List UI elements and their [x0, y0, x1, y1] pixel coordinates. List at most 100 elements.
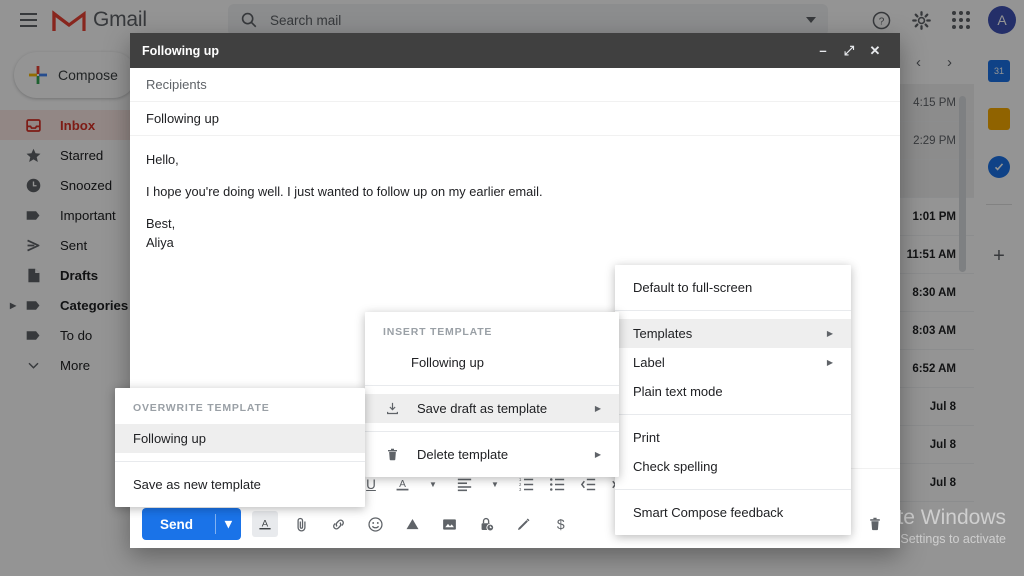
menu-item-overwrite-following-up[interactable]: Following up	[115, 424, 365, 453]
insert-template-section-label: INSERT TEMPLATE	[383, 326, 493, 338]
add-addon-button[interactable]: +	[993, 245, 1005, 268]
confidential-mode-icon[interactable]	[474, 511, 500, 537]
row-time: 2:29 PM	[913, 134, 956, 147]
calendar-day: 31	[993, 66, 1004, 76]
menu-item-label: Check spelling	[633, 459, 718, 474]
search-bar[interactable]	[228, 4, 828, 36]
send-label: Send	[160, 516, 194, 532]
search-input[interactable]	[270, 12, 806, 28]
menu-item-label: Following up	[133, 431, 206, 446]
send-icon	[24, 236, 42, 254]
subject-value: Following up	[146, 111, 219, 126]
sidebar-item-label: Sent	[60, 237, 88, 253]
compose-title-bar[interactable]: Following up – ⤢ ✕	[130, 33, 900, 68]
sidebar-item-label: Starred	[60, 147, 104, 163]
body-line: Hello,	[146, 152, 179, 167]
row-time: 6:52 AM	[912, 362, 956, 375]
row-time: 11:51 AM	[906, 248, 956, 261]
plus-icon	[28, 65, 48, 85]
compose-more-options-menu: Default to full-screen Templates ▶ Label…	[615, 265, 851, 535]
sidebar-item-label: Snoozed	[60, 177, 113, 193]
right-rail: 31 +	[974, 40, 1024, 576]
menu-divider	[615, 489, 851, 490]
list-scrollbar[interactable]	[959, 96, 966, 272]
tasks-icon[interactable]	[988, 156, 1010, 178]
gmail-screen: Gmail ?	[0, 0, 1024, 576]
row-time: 4:15 PM	[913, 96, 956, 109]
menu-item-default-to-full-screen[interactable]: Default to full-screen	[615, 273, 851, 302]
insert-signature-icon[interactable]	[511, 511, 537, 537]
insert-money-icon[interactable]: $	[548, 511, 574, 537]
menu-item-label: Default to full-screen	[633, 280, 753, 295]
chevron-right-icon[interactable]: ▶	[10, 301, 20, 310]
search-icon	[240, 11, 258, 29]
menu-item-label: Templates	[633, 326, 693, 341]
subject-field[interactable]: Following up	[130, 102, 900, 136]
trash-icon	[383, 447, 401, 462]
insert-emoji-icon[interactable]	[363, 511, 389, 537]
overwrite-template-section-label: OVERWRITE TEMPLATE	[133, 402, 270, 414]
trash-icon[interactable]	[862, 511, 888, 537]
submenu-arrow-icon: ▶	[594, 450, 601, 459]
recipients-field[interactable]: Recipients	[130, 68, 900, 102]
menu-item-check-spelling[interactable]: Check spelling	[615, 452, 851, 481]
svg-text:A: A	[399, 479, 406, 490]
google-drive-icon[interactable]	[400, 511, 426, 537]
draft-icon	[24, 266, 42, 284]
menu-item-plain-text-mode[interactable]: Plain text mode	[615, 377, 851, 406]
dropdown-caret-icon[interactable]	[806, 17, 816, 23]
formatting-options-icon[interactable]: A	[251, 511, 278, 537]
close-icon[interactable]: ✕	[862, 38, 888, 64]
menu-divider	[365, 385, 619, 386]
overwrite-template-submenu: OVERWRITE TEMPLATE Following up Save as …	[115, 388, 365, 507]
menu-divider	[115, 461, 365, 462]
menu-item-smart-compose-feedback[interactable]: Smart Compose feedback	[615, 498, 851, 527]
body-line: Best,	[146, 215, 176, 231]
menu-divider	[365, 431, 619, 432]
menu-item-print[interactable]: Print	[615, 423, 851, 452]
calendar-icon[interactable]: 31	[988, 60, 1010, 82]
menu-item-delete-template[interactable]: Delete template ▶	[365, 440, 619, 469]
menu-item-templates[interactable]: Templates ▶	[615, 319, 851, 348]
expand-icon[interactable]: ⤢	[836, 38, 862, 64]
row-time: 8:30 AM	[912, 286, 956, 299]
avatar[interactable]: A	[988, 6, 1016, 34]
keep-icon[interactable]	[988, 108, 1010, 130]
sidebar-item-label: Categories	[60, 297, 129, 313]
body-line: Aliya	[146, 235, 174, 251]
row-time: 8:03 AM	[912, 324, 956, 337]
hamburger-icon[interactable]	[8, 0, 48, 40]
attach-file-icon[interactable]	[289, 511, 315, 537]
minimize-icon[interactable]: –	[810, 38, 836, 64]
menu-item-label: Save as new template	[133, 477, 261, 492]
send-button[interactable]: Send ▾	[142, 508, 241, 540]
clock-icon	[24, 176, 42, 194]
menu-item-template-following-up[interactable]: Following up	[365, 348, 619, 377]
submenu-arrow-icon: ▶	[826, 329, 833, 338]
menu-item-save-draft-as-template[interactable]: Save draft as template ▶	[365, 394, 619, 423]
sidebar-item-label: More	[60, 357, 91, 373]
apps-grid-icon[interactable]	[944, 3, 978, 37]
menu-divider	[615, 310, 851, 311]
sidebar-item-label: To do	[60, 327, 93, 343]
next-page-button[interactable]: ›	[947, 54, 952, 71]
compose-title: Following up	[142, 43, 220, 58]
insert-link-icon[interactable]	[326, 511, 352, 537]
menu-item-label: Save draft as template	[417, 401, 548, 416]
insert-photo-icon[interactable]	[437, 511, 463, 537]
gear-icon[interactable]	[904, 3, 938, 37]
body-line: I hope you're doing well. I just wanted …	[146, 183, 543, 199]
menu-item-save-as-new-template[interactable]: Save as new template	[115, 470, 365, 499]
menu-item-label: Print	[633, 430, 660, 445]
menu-item-label: Plain text mode	[633, 384, 723, 399]
row-time: Jul 8	[929, 438, 956, 451]
compose-button[interactable]: Compose	[14, 52, 136, 98]
prev-page-button[interactable]: ‹	[916, 54, 921, 71]
menu-item-label[interactable]: Label ▶	[615, 348, 851, 377]
sidebar-item-label: Important	[60, 207, 116, 223]
gmail-m-icon	[52, 7, 86, 33]
sidebar-item-label: Inbox	[60, 117, 96, 133]
row-time: Jul 8	[929, 476, 956, 489]
help-icon[interactable]: ?	[864, 3, 898, 37]
send-options-caret-icon[interactable]: ▾	[216, 516, 241, 532]
